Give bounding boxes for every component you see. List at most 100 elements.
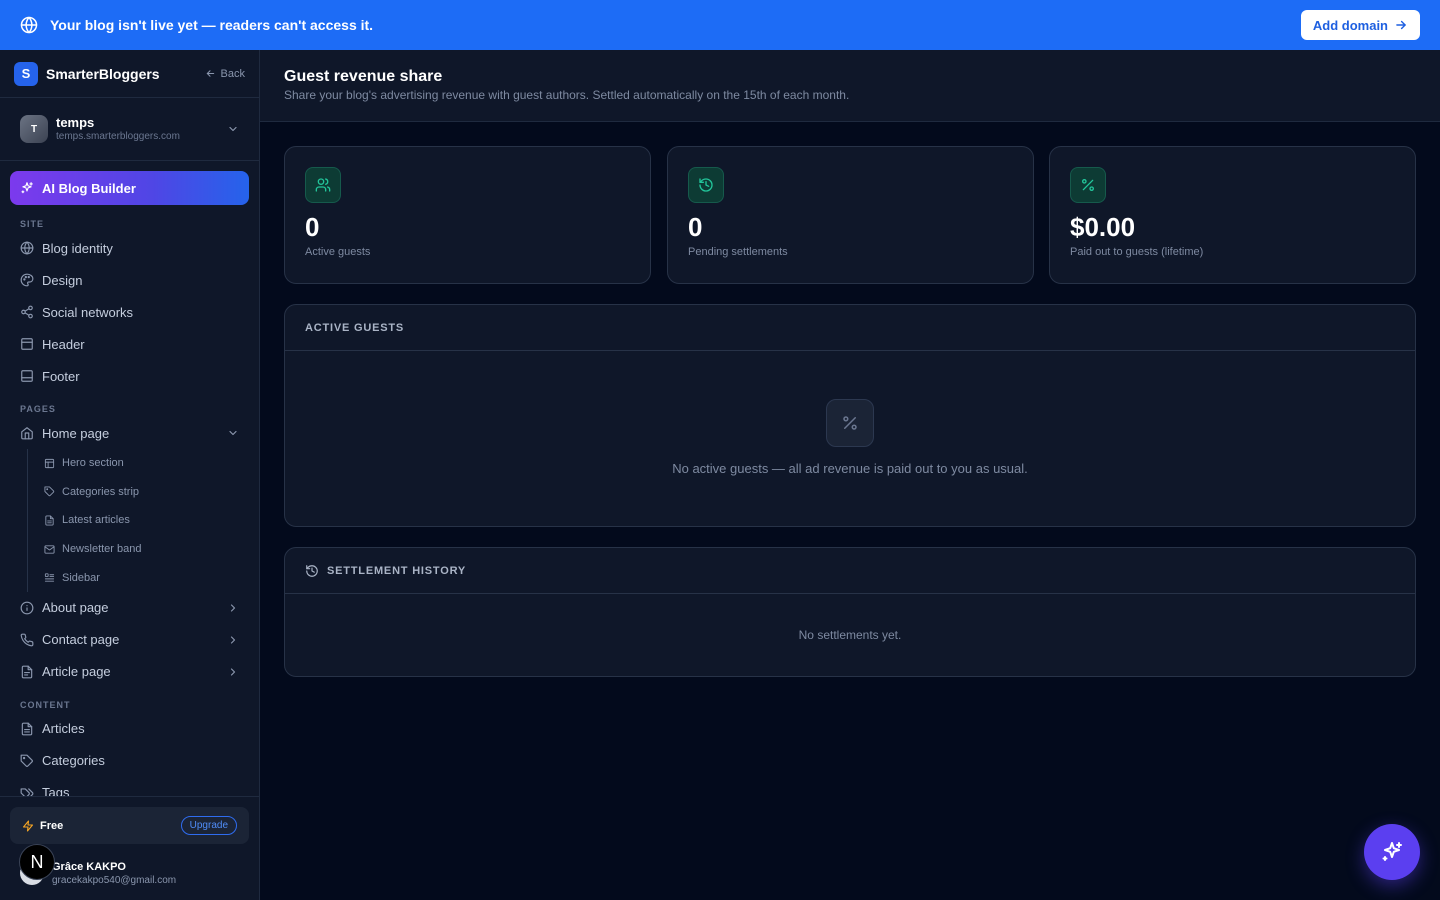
brand-logo[interactable]: S [14, 61, 38, 86]
sidebar-item-blog-identity[interactable]: Blog identity [0, 232, 259, 264]
sidebar-item-about-page[interactable]: About page [0, 592, 259, 624]
mail-icon [44, 544, 55, 555]
stat-label: Pending settlements [688, 246, 788, 258]
sidebar-item-contact-page[interactable]: Contact page [0, 624, 259, 656]
sidebar-item-label: Articles [42, 721, 85, 737]
panel-bottom-icon [20, 369, 34, 383]
dev-tools-badge[interactable]: N [19, 844, 55, 880]
blog-url: temps.smarterbloggers.com [56, 130, 180, 142]
blog-switcher[interactable]: T temps temps.smarterbloggers.com [0, 98, 259, 161]
percent-icon [1070, 167, 1106, 203]
section-label-pages: PAGES [20, 404, 56, 414]
file-text-icon [20, 722, 34, 736]
upgrade-button[interactable]: Upgrade [180, 816, 237, 835]
globe-icon [20, 16, 38, 34]
layout-icon [44, 458, 55, 469]
sidebar-item-label: Home page [42, 425, 110, 441]
brand-row: S SmarterBloggers Back [0, 50, 259, 98]
stat-value: 0 [305, 212, 320, 242]
sidebar-subitem-categories-strip[interactable]: Categories strip [28, 478, 259, 507]
sidebar-item-articles[interactable]: Articles [0, 713, 259, 745]
page-title: Guest revenue share [284, 68, 443, 85]
list-icon [44, 572, 55, 583]
active-guests-panel: ACTIVE GUESTS No active guests — all ad … [284, 304, 1416, 527]
back-label: Back [220, 67, 245, 80]
page-subtitle: Share your blog's advertising revenue wi… [284, 88, 850, 102]
plan-box: Free Upgrade [10, 807, 249, 844]
sidebar-item-tags[interactable]: Tags [0, 777, 259, 797]
empty-state-text: No settlements yet. [798, 628, 902, 642]
share-icon [20, 305, 34, 319]
plan-name: Free [40, 819, 64, 832]
user-email: gracekakpo540@gmail.com [52, 874, 177, 886]
tag-icon [20, 754, 34, 768]
sidebar-item-label: Article page [42, 664, 111, 680]
add-domain-label: Add domain [1312, 17, 1388, 33]
sidebar-item-label: Contact page [42, 632, 120, 648]
tag-icon [44, 486, 55, 497]
home-page-subitems: Hero section Categories strip Latest art… [27, 449, 259, 592]
panel-top-icon [20, 337, 34, 351]
history-icon [305, 564, 319, 578]
sidebar-divider [0, 796, 259, 797]
blog-name: temps [56, 114, 95, 130]
not-live-banner: Your blog isn't live yet — readers can't… [0, 0, 1440, 50]
sparkles-icon [20, 181, 34, 195]
chevron-right-icon [227, 666, 239, 678]
sidebar-subitem-label: Latest articles [62, 514, 130, 527]
info-icon [20, 601, 34, 615]
home-icon [20, 426, 34, 440]
settlement-history-panel: SETTLEMENT HISTORY No settlements yet. [284, 547, 1416, 677]
sidebar-item-label: Social networks [42, 304, 134, 320]
blog-avatar: T [20, 115, 48, 143]
sidebar-item-label: Categories [42, 753, 105, 769]
phone-icon [20, 633, 34, 647]
sidebar-item-article-page[interactable]: Article page [0, 656, 259, 688]
stat-label: Active guests [305, 246, 371, 258]
stat-value: 0 [688, 212, 703, 242]
sidebar-subitem-sidebar[interactable]: Sidebar [28, 563, 259, 592]
ai-blog-builder-label: AI Blog Builder [42, 180, 136, 196]
sidebar-item-footer[interactable]: Footer [0, 360, 259, 392]
arrow-left-icon [205, 68, 216, 79]
sidebar-item-social-networks[interactable]: Social networks [0, 296, 259, 328]
page-header: Guest revenue share Share your blog's ad… [260, 50, 1440, 122]
chevron-down-icon [227, 427, 239, 439]
sidebar-item-label: Blog identity [42, 240, 113, 256]
sidebar-item-categories[interactable]: Categories [0, 745, 259, 777]
panel-header: SETTLEMENT HISTORY [285, 548, 1415, 594]
file-text-icon [44, 515, 55, 526]
back-button[interactable]: Back [205, 68, 245, 80]
globe-icon [20, 241, 34, 255]
history-icon [688, 167, 724, 203]
sidebar-item-header[interactable]: Header [0, 328, 259, 360]
sidebar-nav[interactable]: SITE Blog identity Design Social network… [0, 205, 259, 797]
chevron-right-icon [227, 634, 239, 646]
user-name: Grâce KAKPO [52, 860, 126, 873]
section-label-content: CONTENT [20, 699, 71, 710]
sidebar-subitem-newsletter-band[interactable]: Newsletter band [28, 535, 259, 564]
sidebar-subitem-latest-articles[interactable]: Latest articles [28, 506, 259, 535]
stat-label: Paid out to guests (lifetime) [1070, 246, 1204, 258]
panel-title: ACTIVE GUESTS [285, 305, 1415, 351]
banner-message: Your blog isn't live yet — readers can't… [50, 17, 374, 33]
percent-icon [826, 399, 874, 447]
sidebar-item-label: Design [42, 272, 83, 288]
users-icon [305, 167, 341, 203]
chevron-down-icon [227, 123, 239, 135]
file-icon [20, 665, 34, 679]
add-domain-button[interactable]: Add domain [1300, 10, 1420, 40]
sidebar-item-home-page[interactable]: Home page [0, 417, 259, 449]
chevron-right-icon [227, 602, 239, 614]
sidebar: S SmarterBloggers Back T temps temps.sma… [0, 50, 260, 900]
sidebar-subitem-hero-section[interactable]: Hero section [28, 449, 259, 478]
empty-state-text: No active guests — all ad revenue is pai… [672, 461, 1028, 476]
stat-card-pending-settlements: 0 Pending settlements [667, 146, 1034, 284]
arrow-right-icon [1394, 18, 1408, 32]
ai-assistant-button[interactable] [1364, 824, 1420, 880]
sidebar-item-design[interactable]: Design [0, 264, 259, 296]
sidebar-subitem-label: Categories strip [62, 485, 140, 498]
sidebar-item-label: Header [42, 336, 85, 352]
stat-card-active-guests: 0 Active guests [284, 146, 651, 284]
ai-blog-builder-button[interactable]: AI Blog Builder [10, 171, 249, 205]
